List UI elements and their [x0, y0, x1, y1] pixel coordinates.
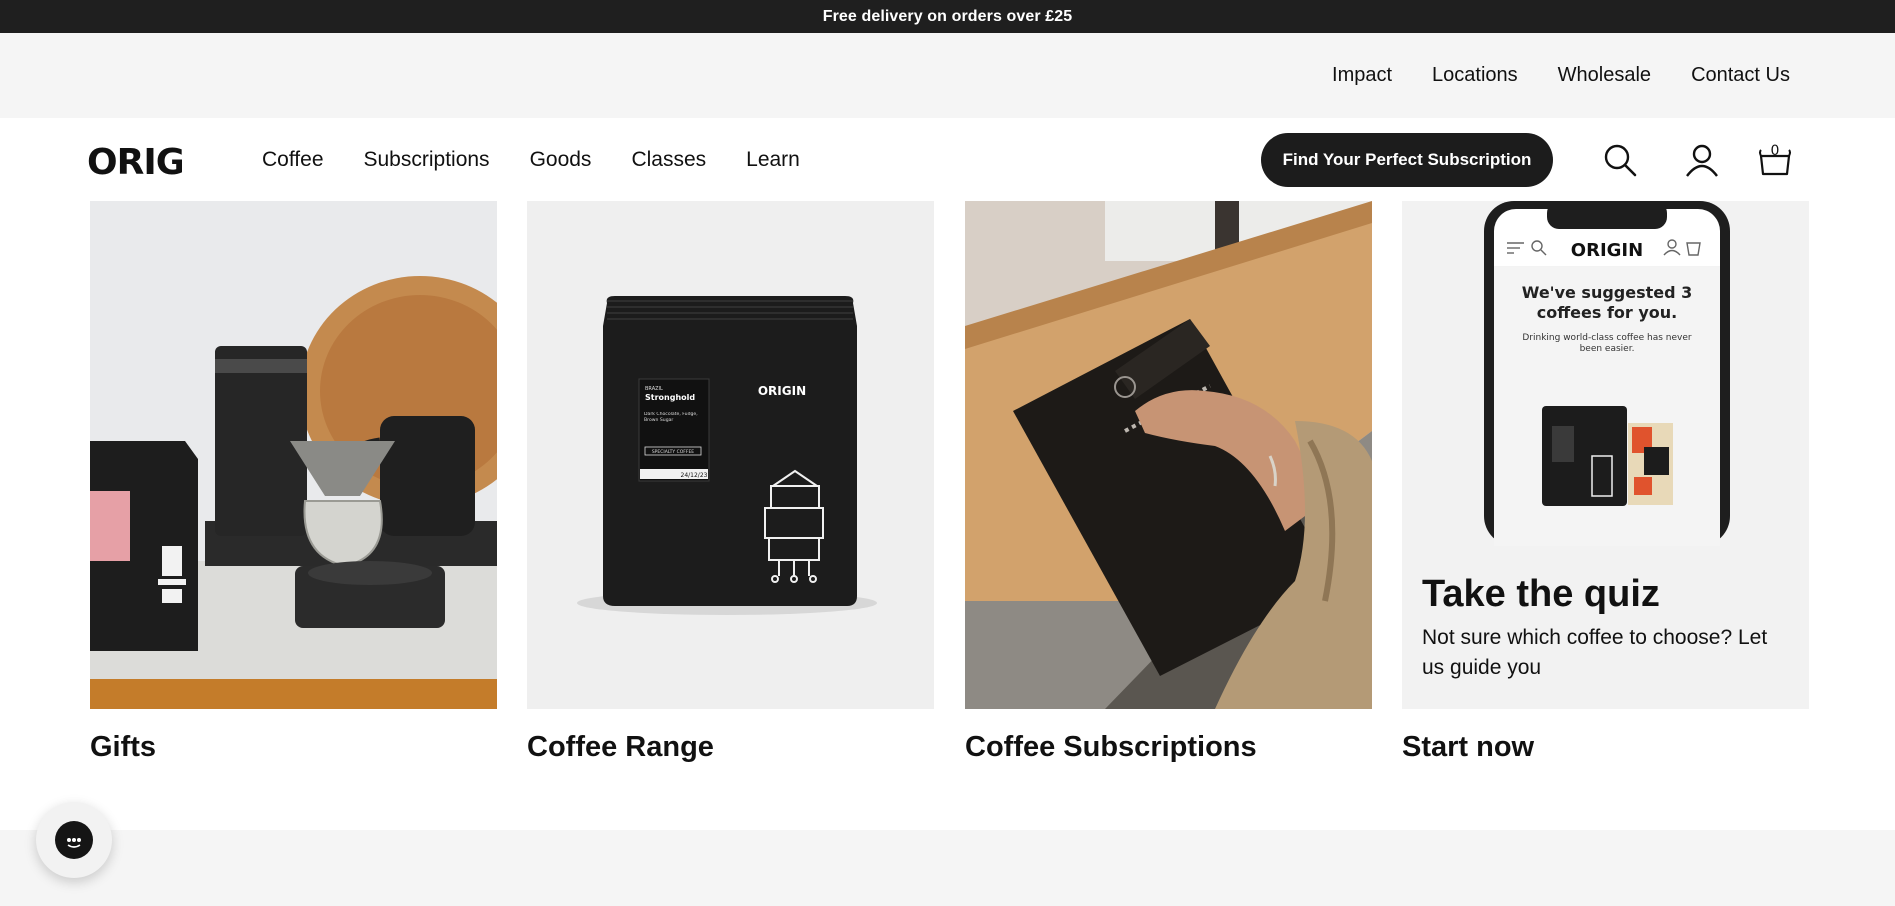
- start-now-label[interactable]: Start now: [1402, 731, 1534, 764]
- phone-subtext: Drinking world-class coffee has never be…: [1522, 333, 1692, 354]
- nav-goods[interactable]: Goods: [530, 148, 592, 172]
- card-gifts[interactable]: Gifts: [90, 201, 497, 763]
- nav-coffee[interactable]: Coffee: [262, 148, 324, 172]
- gifts-image: [90, 201, 497, 709]
- category-cards: Gifts BRAZIL Stronghold Dark Chocolate, …: [90, 201, 1810, 771]
- quiz-text: Not sure which coffee to choose? Let us …: [1422, 626, 1768, 679]
- announcement-text: Free delivery on orders over £25: [822, 7, 1073, 25]
- main-header: ORIGIN Coffee Subscriptions Goods Classe…: [0, 118, 1895, 201]
- card-quiz[interactable]: ORIGIN We've suggested 3 coffees for you…: [1402, 201, 1809, 763]
- coffee-subscriptions-label[interactable]: Coffee Subscriptions: [965, 731, 1257, 764]
- bag-origin: BRAZIL: [645, 386, 663, 392]
- cart-icon: 0: [1759, 143, 1791, 176]
- utility-link-locations[interactable]: Locations: [1432, 64, 1518, 87]
- coffee-range-label[interactable]: Coffee Range: [527, 731, 714, 764]
- utility-link-impact[interactable]: Impact: [1332, 64, 1392, 87]
- card-coffee-range[interactable]: BRAZIL Stronghold Dark Chocolate, Fudge,…: [527, 201, 934, 763]
- nav-classes[interactable]: Classes: [631, 148, 706, 172]
- nav-subscriptions[interactable]: Subscriptions: [364, 148, 490, 172]
- coffee-subscriptions-image: [965, 201, 1372, 709]
- search-button[interactable]: [1600, 140, 1640, 180]
- nav-learn[interactable]: Learn: [746, 148, 800, 172]
- bag-notes: Dark Chocolate, Fudge, Brown Sugar: [644, 412, 698, 423]
- footer-band: [0, 830, 1895, 906]
- utility-link-contact-us[interactable]: Contact Us: [1691, 64, 1790, 87]
- bag-badge: SPECIALTY COFFEE: [652, 449, 694, 455]
- quiz-title: Take the quiz: [1422, 573, 1660, 615]
- origin-logo[interactable]: ORIGIN: [87, 138, 227, 183]
- bag-logo-text: ORIGIN: [758, 384, 806, 398]
- main-nav: Coffee Subscriptions Goods Classes Learn: [262, 148, 840, 172]
- search-icon: [1604, 144, 1637, 177]
- bag-name: Stronghold: [645, 393, 695, 402]
- coffee-range-image: BRAZIL Stronghold Dark Chocolate, Fudge,…: [527, 201, 934, 709]
- account-button[interactable]: [1682, 140, 1722, 180]
- gifts-label[interactable]: Gifts: [90, 731, 156, 764]
- find-subscription-button[interactable]: Find Your Perfect Subscription: [1261, 133, 1553, 187]
- phone-illustration: ORIGIN We've suggested 3 coffees for you…: [1402, 201, 1809, 546]
- cart-button[interactable]: 0: [1755, 140, 1795, 180]
- chat-icon: [55, 821, 93, 859]
- utility-link-wholesale[interactable]: Wholesale: [1558, 64, 1651, 87]
- account-icon: [1686, 144, 1718, 177]
- cart-count: 0: [1771, 143, 1780, 159]
- announcement-bar: Free delivery on orders over £25: [0, 0, 1895, 33]
- card-coffee-subscriptions[interactable]: Coffee Subscriptions: [965, 201, 1372, 763]
- bag-date: 24/12/23: [681, 472, 708, 479]
- phone-logo-text: ORIGIN: [1571, 240, 1643, 261]
- chat-launcher-button[interactable]: [36, 802, 112, 878]
- utility-nav: Impact Locations Wholesale Contact Us: [0, 33, 1895, 118]
- phone-headline: We've suggested 3 coffees for you.: [1521, 283, 1693, 322]
- quiz-panel: ORIGIN We've suggested 3 coffees for you…: [1402, 201, 1809, 709]
- logo-text: ORIGIN: [87, 142, 182, 182]
